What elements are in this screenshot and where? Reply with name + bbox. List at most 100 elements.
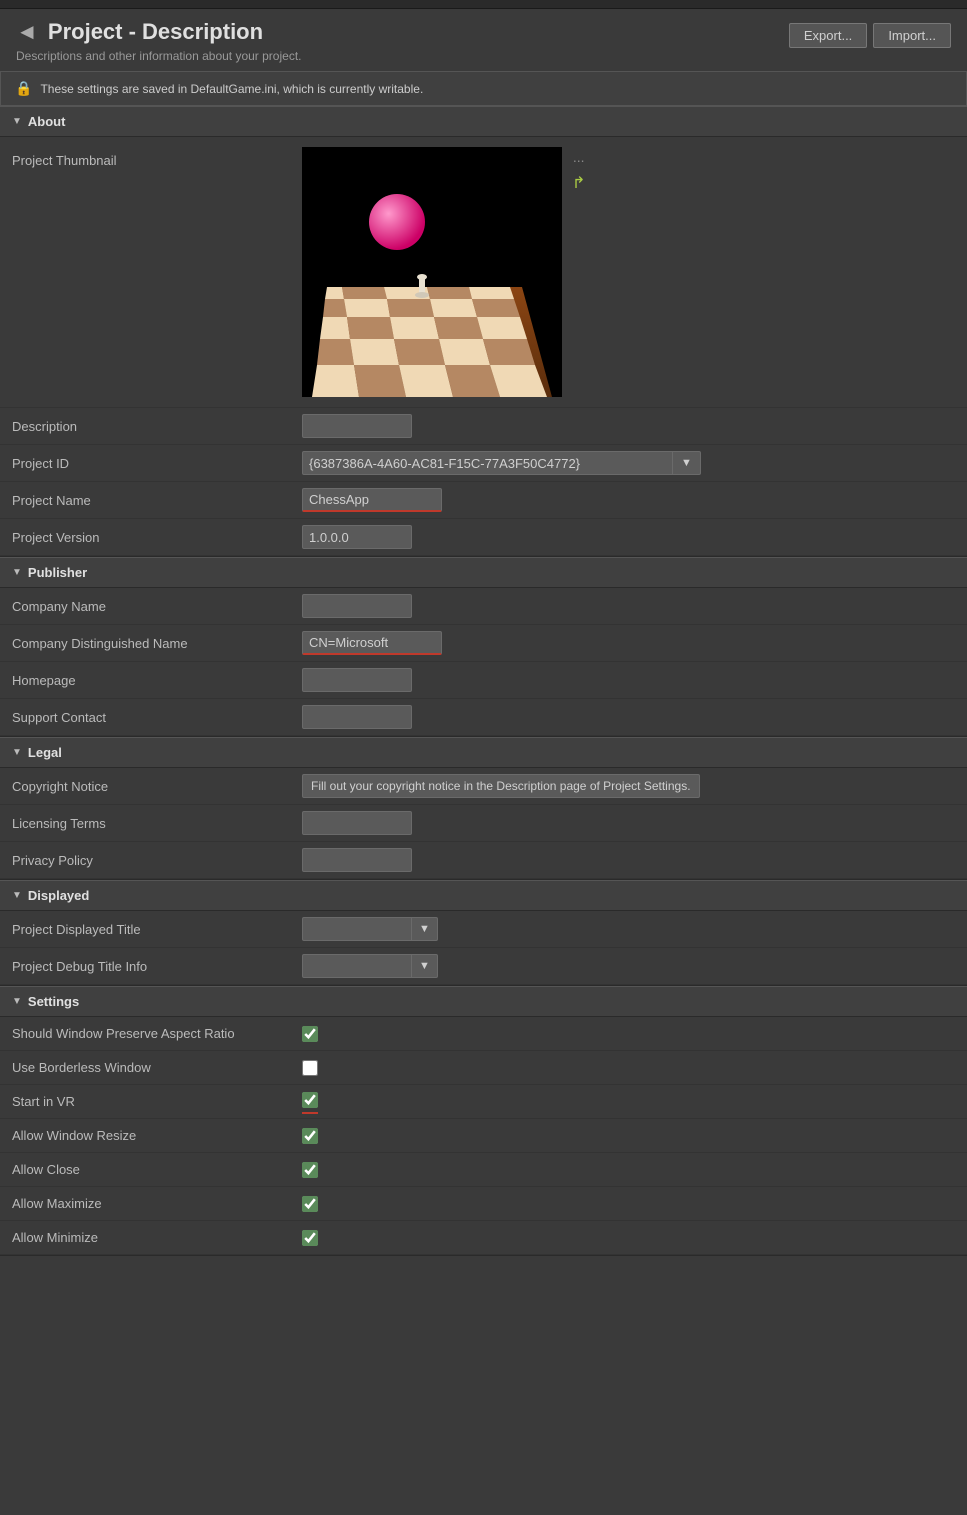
- debug-title-input[interactable]: [302, 954, 412, 978]
- title-arrow: ◄: [16, 19, 38, 44]
- company-dn-input[interactable]: [302, 631, 442, 655]
- displayed-title-label: Project Displayed Title: [12, 922, 302, 937]
- settings-arrow: ▼: [12, 996, 22, 1007]
- page-title: ◄ Project - Description: [16, 19, 302, 45]
- project-name-input[interactable]: [302, 488, 442, 512]
- allow-resize-field: [302, 1128, 318, 1144]
- thumbnail-image: [302, 147, 562, 397]
- displayed-arrow: ▼: [12, 890, 22, 901]
- legal-label: Legal: [28, 745, 62, 760]
- project-version-row: Project Version: [0, 519, 967, 556]
- company-name-label: Company Name: [12, 599, 302, 614]
- project-id-row: Project ID ▼: [0, 445, 967, 482]
- page-subtitle: Descriptions and other information about…: [16, 49, 302, 63]
- privacy-field: [302, 848, 967, 872]
- thumbnail-controls: ... ↱: [568, 147, 589, 195]
- preserve-aspect-checkbox[interactable]: [302, 1026, 318, 1042]
- copyright-field: Fill out your copyright notice in the De…: [302, 774, 967, 798]
- lock-icon: 🔒: [15, 80, 32, 97]
- debug-title-label: Project Debug Title Info: [12, 959, 302, 974]
- project-id-input[interactable]: [302, 451, 672, 475]
- displayed-title-input[interactable]: [302, 917, 412, 941]
- thumbnail-refresh-button[interactable]: ↱: [568, 171, 589, 195]
- company-dn-row: Company Distinguished Name: [0, 625, 967, 662]
- displayed-title-combo: ▼: [302, 917, 438, 941]
- content: ▼ About Project Thumbnail: [0, 106, 967, 1256]
- allow-close-label: Allow Close: [12, 1162, 302, 1177]
- borderless-row: Use Borderless Window: [0, 1051, 967, 1085]
- description-label: Description: [12, 419, 302, 434]
- borderless-label: Use Borderless Window: [12, 1060, 302, 1075]
- start-vr-checkbox[interactable]: [302, 1092, 318, 1108]
- allow-maximize-checkbox[interactable]: [302, 1196, 318, 1212]
- debug-title-dropdown[interactable]: ▼: [412, 954, 438, 978]
- company-name-input[interactable]: [302, 594, 412, 618]
- privacy-label: Privacy Policy: [12, 853, 302, 868]
- debug-title-field: ▼: [302, 954, 967, 978]
- copyright-label: Copyright Notice: [12, 779, 302, 794]
- project-name-row: Project Name: [0, 482, 967, 519]
- thumbnail-container: ... ↱: [302, 147, 589, 397]
- licensing-label: Licensing Terms: [12, 816, 302, 831]
- about-arrow: ▼: [12, 116, 22, 127]
- settings-section: ▼ Settings Should Window Preserve Aspect…: [0, 986, 967, 1256]
- homepage-input[interactable]: [302, 668, 412, 692]
- page-header: ◄ Project - Description Descriptions and…: [0, 9, 967, 71]
- allow-close-checkbox[interactable]: [302, 1162, 318, 1178]
- allow-close-row: Allow Close: [0, 1153, 967, 1187]
- preserve-aspect-field: [302, 1026, 318, 1042]
- copyright-row: Copyright Notice Fill out your copyright…: [0, 768, 967, 805]
- start-vr-field: [302, 1092, 318, 1111]
- licensing-field: [302, 811, 967, 835]
- allow-resize-checkbox[interactable]: [302, 1128, 318, 1144]
- company-dn-label: Company Distinguished Name: [12, 636, 302, 651]
- borderless-checkbox[interactable]: [302, 1060, 318, 1076]
- project-version-field: [302, 525, 967, 549]
- privacy-input[interactable]: [302, 848, 412, 872]
- preserve-aspect-row: Should Window Preserve Aspect Ratio: [0, 1017, 967, 1051]
- legal-header: ▼ Legal: [0, 737, 967, 768]
- project-name-label: Project Name: [12, 493, 302, 508]
- homepage-field: [302, 668, 967, 692]
- publisher-header: ▼ Publisher: [0, 557, 967, 588]
- support-label: Support Contact: [12, 710, 302, 725]
- description-field: [302, 414, 967, 438]
- support-input[interactable]: [302, 705, 412, 729]
- import-button[interactable]: Import...: [873, 23, 951, 48]
- licensing-input[interactable]: [302, 811, 412, 835]
- displayed-title-row: Project Displayed Title ▼: [0, 911, 967, 948]
- copyright-notice-text: Fill out your copyright notice in the De…: [302, 774, 700, 798]
- licensing-row: Licensing Terms: [0, 805, 967, 842]
- legal-arrow: ▼: [12, 747, 22, 758]
- homepage-row: Homepage: [0, 662, 967, 699]
- allow-close-field: [302, 1162, 318, 1178]
- thumbnail-row: Project Thumbnail: [0, 137, 967, 408]
- project-id-dropdown-btn[interactable]: ▼: [672, 451, 701, 475]
- displayed-title-dropdown[interactable]: ▼: [412, 917, 438, 941]
- support-field: [302, 705, 967, 729]
- project-id-label: Project ID: [12, 456, 302, 471]
- project-version-label: Project Version: [12, 530, 302, 545]
- description-row: Description: [0, 408, 967, 445]
- displayed-title-field: ▼: [302, 917, 967, 941]
- description-input[interactable]: [302, 414, 412, 438]
- notice-text: These settings are saved in DefaultGame.…: [40, 82, 423, 96]
- support-row: Support Contact: [0, 699, 967, 736]
- allow-maximize-field: [302, 1196, 318, 1212]
- publisher-arrow: ▼: [12, 567, 22, 578]
- preserve-aspect-label: Should Window Preserve Aspect Ratio: [12, 1026, 302, 1041]
- thumbnail-dots-button[interactable]: ...: [568, 147, 589, 167]
- start-vr-underline-wrapper: [302, 1092, 318, 1111]
- allow-minimize-checkbox[interactable]: [302, 1230, 318, 1246]
- thumbnail-label: Project Thumbnail: [12, 147, 302, 168]
- export-button[interactable]: Export...: [789, 23, 867, 48]
- displayed-label: Displayed: [28, 888, 89, 903]
- settings-label: Settings: [28, 994, 79, 1009]
- debug-title-combo: ▼: [302, 954, 438, 978]
- legal-section: ▼ Legal Copyright Notice Fill out your c…: [0, 737, 967, 880]
- project-version-input[interactable]: [302, 525, 412, 549]
- publisher-label: Publisher: [28, 565, 87, 580]
- allow-maximize-label: Allow Maximize: [12, 1196, 302, 1211]
- displayed-header: ▼ Displayed: [0, 880, 967, 911]
- about-label: About: [28, 114, 66, 129]
